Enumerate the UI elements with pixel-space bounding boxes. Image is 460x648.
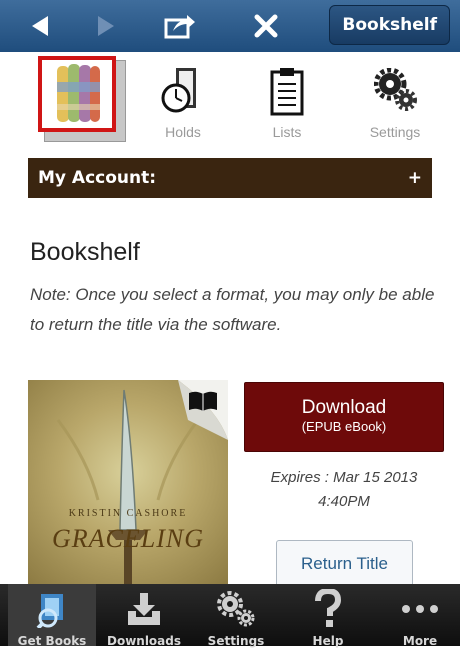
- expiry-text: Expires : Mar 15 2013 4:40PM: [244, 466, 444, 514]
- share-icon[interactable]: [160, 6, 200, 46]
- expand-plus-icon[interactable]: +: [408, 168, 422, 188]
- more-dots-icon: [376, 588, 460, 630]
- settings-label: Settings: [369, 124, 421, 140]
- my-account-bar[interactable]: My Account: +: [28, 158, 432, 198]
- get-books-icon: [8, 588, 96, 630]
- open-book-icon: [188, 390, 218, 416]
- cover-author: KRISTIN CASHORE: [68, 508, 188, 519]
- tab-downloads[interactable]: Downloads: [100, 584, 188, 648]
- clock-book-icon: [160, 66, 202, 118]
- bookshelf-tab[interactable]: [38, 52, 126, 152]
- my-account-label: My Account:: [38, 168, 157, 188]
- page-title: Bookshelf: [30, 238, 140, 266]
- forward-arrow-icon[interactable]: [90, 6, 122, 46]
- bookshelf-button[interactable]: Bookshelf: [329, 5, 450, 45]
- tab-more[interactable]: More: [376, 584, 460, 648]
- books-stack-icon: [53, 62, 103, 130]
- top-toolbar: Bookshelf: [0, 0, 460, 52]
- format-note: Note: Once you select a format, you may …: [30, 285, 435, 334]
- tab-help[interactable]: Help: [284, 584, 372, 648]
- lists-label: Lists: [272, 124, 302, 140]
- tab-get-books[interactable]: Get Books: [8, 584, 96, 648]
- settings-tab[interactable]: Settings: [360, 52, 430, 152]
- bottom-tab-bar: Get Books Downloads Settings Help More: [0, 584, 460, 648]
- settings-gears-icon: [192, 588, 280, 630]
- clipboard-icon: [270, 66, 304, 120]
- expiry-date: Expires : Mar 15 2013: [270, 469, 418, 486]
- cover-title: GRACELING: [52, 524, 204, 553]
- download-button[interactable]: Download (EPUB eBook): [244, 382, 444, 452]
- holds-label: Holds: [165, 124, 201, 140]
- gears-icon: [373, 67, 418, 116]
- expiry-time: 4:40PM: [318, 493, 370, 510]
- return-title-button[interactable]: Return Title: [276, 540, 413, 588]
- tab-settings[interactable]: Settings: [192, 584, 280, 648]
- holds-tab[interactable]: Holds: [150, 52, 216, 152]
- lists-tab[interactable]: Lists: [254, 52, 320, 152]
- book-cover[interactable]: KRISTIN CASHORE GRACELING: [28, 380, 228, 585]
- question-mark-icon: [284, 588, 372, 630]
- back-arrow-icon[interactable]: [24, 6, 56, 46]
- download-format: (EPUB eBook): [301, 419, 387, 434]
- download-label: Download: [301, 397, 387, 418]
- section-icon-row: Holds Lists Settings: [0, 52, 460, 152]
- close-icon[interactable]: [248, 6, 284, 46]
- download-tray-icon: [100, 588, 188, 630]
